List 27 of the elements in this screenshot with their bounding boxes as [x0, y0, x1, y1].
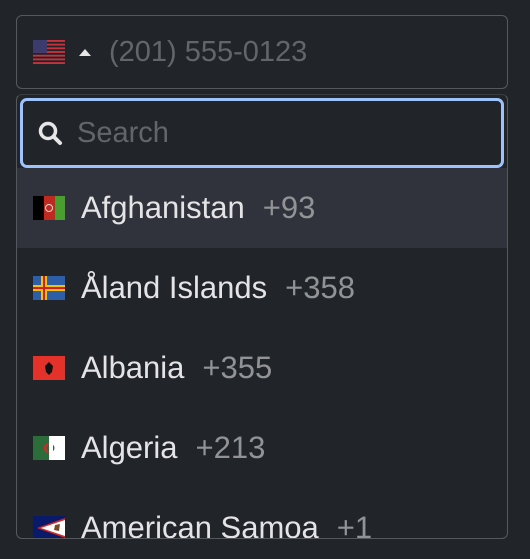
country-option[interactable]: Åland Islands +358	[17, 248, 507, 328]
flag-icon	[33, 276, 65, 300]
flag-icon	[33, 356, 65, 380]
country-option[interactable]: Albania +355	[17, 328, 507, 408]
country-name: American Samoa	[81, 510, 319, 538]
dial-code: +355	[202, 350, 272, 386]
flag-icon	[33, 196, 65, 220]
country-selector[interactable]	[33, 40, 91, 64]
phone-field[interactable]: (201) 555-0123	[16, 15, 508, 89]
country-option[interactable]: Algeria +213	[17, 408, 507, 488]
country-name: Afghanistan	[81, 190, 245, 226]
flag-icon	[33, 436, 65, 460]
country-name: Albania	[81, 350, 184, 386]
search-field[interactable]: Search	[20, 98, 504, 168]
country-name: Åland Islands	[81, 270, 268, 306]
dial-code: +358	[285, 270, 355, 306]
dial-code: +213	[196, 430, 266, 466]
country-option[interactable]: Afghanistan +93	[17, 168, 507, 248]
search-icon	[37, 120, 63, 146]
country-option[interactable]: American Samoa +1	[17, 488, 507, 538]
dial-code: +93	[262, 190, 316, 226]
phone-input[interactable]: (201) 555-0123	[101, 27, 507, 77]
dial-code: +1	[336, 510, 372, 538]
flag-icon	[33, 516, 65, 538]
country-name: Algeria	[81, 430, 178, 466]
search-input[interactable]: Search	[77, 110, 501, 156]
flag-icon	[33, 40, 65, 64]
